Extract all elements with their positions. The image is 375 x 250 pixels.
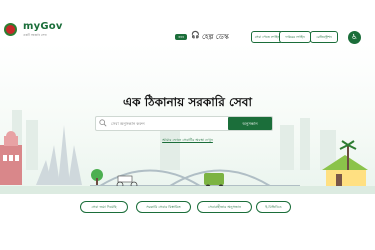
quick-link-service-details[interactable]: সরকারি সেবার বিস্তারিত [136, 201, 191, 213]
quick-link-recipient-search[interactable]: সেবাগ্রহীতার অনুসন্ধান [197, 201, 252, 213]
logo-subtitle: একটি সরকারি সেবা [23, 33, 47, 37]
search-icon [99, 119, 107, 127]
mygov-home-page: myGov একটি সরকারি সেবা 333 🎧 হেল্প ডেস্ক… [0, 0, 375, 250]
registration-button[interactable]: রেজিস্ট্রেশন [310, 31, 338, 43]
hero-headline: এক ঠিকানায় সরকারি সেবা [123, 95, 252, 109]
helpline-badge[interactable]: 333 [175, 34, 187, 40]
helpdesk-link[interactable]: হেল্প ডেস্ক [202, 31, 229, 43]
search-input[interactable] [111, 118, 226, 129]
city-skyline-illustration [0, 110, 375, 194]
accessibility-icon[interactable]: ♿ [348, 31, 361, 44]
logo-title[interactable]: myGov [23, 21, 63, 32]
government-emblem-icon[interactable] [4, 23, 17, 36]
search-button[interactable]: অনুসন্ধান [228, 117, 272, 130]
quick-link-e-video[interactable]: ই-বিভিডিও [256, 201, 291, 213]
office-login-button[interactable]: দপ্তরের লগইন [279, 31, 311, 43]
headset-icon[interactable]: 🎧 [191, 31, 200, 39]
service-status-link[interactable]: আমার ফোনে সেবাটির অবস্থা দেখুন [0, 137, 375, 144]
memorial-monument-icon [36, 125, 82, 185]
quick-link-submitted-services[interactable]: সেবা জমা দিয়েছি [80, 201, 128, 213]
top-header: myGov একটি সরকারি সেবা 333 🎧 হেল্প ডেস্ক… [0, 0, 375, 44]
